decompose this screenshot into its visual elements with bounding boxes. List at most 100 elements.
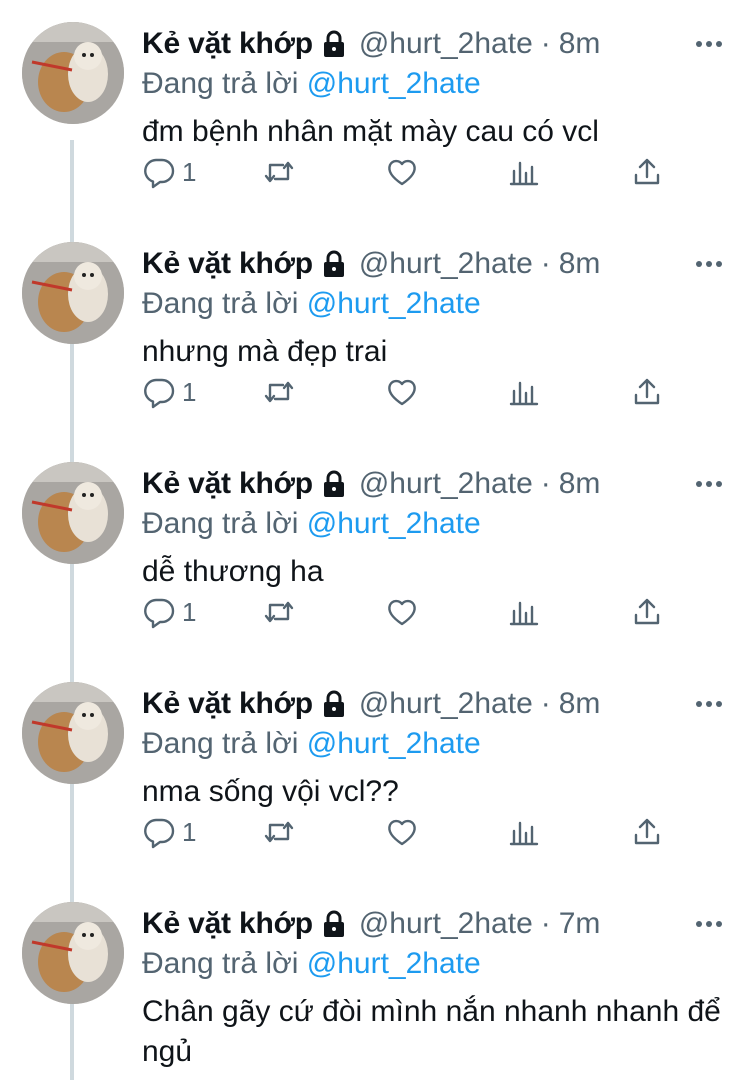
- reply-context: Đang trả lời @hurt_2hate: [142, 724, 727, 764]
- like-button[interactable]: [385, 372, 419, 412]
- display-name[interactable]: Kẻ vặt khớp: [142, 467, 313, 501]
- reply-button[interactable]: 1: [142, 152, 196, 192]
- retweet-button[interactable]: [262, 152, 296, 192]
- more-icon[interactable]: [691, 466, 727, 502]
- timestamp[interactable]: 8m: [559, 247, 601, 281]
- reply-count: 1: [182, 816, 197, 847]
- more-icon[interactable]: [691, 906, 727, 942]
- analytics-icon: [509, 381, 539, 406]
- display-name[interactable]: Kẻ vặt khớp: [142, 247, 313, 281]
- analytics-icon: [509, 601, 539, 626]
- tweet-actions: 1: [142, 372, 672, 412]
- reply-icon: [144, 158, 175, 189]
- share-button[interactable]: [630, 372, 664, 412]
- tweet-text: đm bệnh nhân mặt mày cau có vcl: [142, 115, 599, 148]
- more-icon[interactable]: [691, 686, 727, 722]
- reply-icon: [144, 378, 175, 409]
- timestamp[interactable]: 8m: [559, 27, 601, 61]
- lock-icon: [319, 29, 349, 59]
- reply-mention-link[interactable]: @hurt_2hate: [307, 947, 481, 980]
- reply-context: Đang trả lời @hurt_2hate: [142, 504, 727, 544]
- user-handle[interactable]: @hurt_2hate: [359, 907, 533, 941]
- share-icon: [634, 818, 660, 845]
- lock-icon: [319, 689, 349, 719]
- like-button[interactable]: [385, 812, 419, 852]
- display-name[interactable]: Kẻ vặt khớp: [142, 687, 313, 721]
- heart-icon: [388, 819, 416, 846]
- user-handle[interactable]: @hurt_2hate: [359, 27, 533, 61]
- share-icon: [634, 158, 660, 185]
- tweet-actions: 1: [142, 592, 672, 632]
- timestamp[interactable]: 8m: [559, 687, 601, 721]
- views-button[interactable]: [507, 812, 541, 852]
- share-button[interactable]: [630, 812, 664, 852]
- tweet-text: nma sống vội vcl??: [142, 775, 399, 808]
- reply-count: 1: [182, 596, 197, 627]
- views-button[interactable]: [507, 152, 541, 192]
- lock-icon: [319, 249, 349, 279]
- more-icon[interactable]: [691, 26, 727, 62]
- views-button[interactable]: [507, 372, 541, 412]
- avatar[interactable]: [22, 462, 124, 564]
- tweet[interactable]: Kẻ vặt khớp @hurt_2hate · 8m Đang trả lờ…: [0, 220, 750, 440]
- timestamp[interactable]: 8m: [559, 467, 601, 501]
- share-button[interactable]: [630, 592, 664, 632]
- separator: ·: [540, 247, 551, 280]
- reply-count: 1: [182, 156, 197, 187]
- avatar[interactable]: [22, 902, 124, 1004]
- more-icon[interactable]: [691, 246, 727, 282]
- retweet-icon: [264, 821, 294, 843]
- reply-prefix: Đang trả lời: [142, 727, 299, 760]
- reply-button[interactable]: 1: [142, 812, 196, 852]
- separator: ·: [540, 907, 551, 940]
- avatar[interactable]: [22, 242, 124, 344]
- avatar[interactable]: [22, 682, 124, 784]
- heart-icon: [388, 599, 416, 626]
- avatar[interactable]: [22, 22, 124, 124]
- user-handle[interactable]: @hurt_2hate: [359, 247, 533, 281]
- user-handle[interactable]: @hurt_2hate: [359, 467, 533, 501]
- like-button[interactable]: [385, 152, 419, 192]
- separator: ·: [540, 27, 551, 60]
- tweet-text: dễ thương ha: [142, 555, 324, 588]
- tweet-actions: 1: [142, 152, 672, 192]
- reply-mention-link[interactable]: @hurt_2hate: [307, 507, 481, 540]
- reply-prefix: Đang trả lời: [142, 947, 299, 980]
- tweet[interactable]: Kẻ vặt khớp @hurt_2hate · 8m Đang trả lờ…: [0, 440, 750, 660]
- retweet-button[interactable]: [262, 812, 296, 852]
- lock-icon: [319, 909, 349, 939]
- tweet[interactable]: Kẻ vặt khớp @hurt_2hate · 7m Đang trả lờ…: [0, 880, 750, 1068]
- tweet[interactable]: Kẻ vặt khớp @hurt_2hate · 8m Đang trả lờ…: [0, 660, 750, 880]
- reply-icon: [144, 598, 175, 629]
- tweet-actions: 1: [142, 812, 672, 852]
- reply-prefix: Đang trả lời: [142, 287, 299, 320]
- separator: ·: [540, 687, 551, 720]
- reply-button[interactable]: 1: [142, 592, 196, 632]
- display-name[interactable]: Kẻ vặt khớp: [142, 27, 313, 61]
- views-button[interactable]: [507, 592, 541, 632]
- like-button[interactable]: [385, 592, 419, 632]
- retweet-icon: [264, 601, 294, 623]
- reply-mention-link[interactable]: @hurt_2hate: [307, 67, 481, 100]
- reply-prefix: Đang trả lời: [142, 507, 299, 540]
- retweet-icon: [264, 381, 294, 403]
- lock-icon: [319, 469, 349, 499]
- retweet-button[interactable]: [262, 372, 296, 412]
- timestamp[interactable]: 7m: [559, 907, 601, 941]
- separator: ·: [540, 467, 551, 500]
- retweet-icon: [264, 161, 294, 183]
- analytics-icon: [509, 161, 539, 186]
- reply-button[interactable]: 1: [142, 372, 196, 412]
- reply-context: Đang trả lời @hurt_2hate: [142, 944, 727, 984]
- tweet-text: Chân gãy cứ đòi mình nắn nhanh nhanh để …: [142, 995, 721, 1068]
- tweet[interactable]: Kẻ vặt khớp @hurt_2hate · 8m Đang trả lờ…: [0, 0, 750, 220]
- reply-mention-link[interactable]: @hurt_2hate: [307, 727, 481, 760]
- reply-icon: [144, 818, 175, 849]
- user-handle[interactable]: @hurt_2hate: [359, 687, 533, 721]
- heart-icon: [388, 379, 416, 406]
- retweet-button[interactable]: [262, 592, 296, 632]
- share-button[interactable]: [630, 152, 664, 192]
- reply-context: Đang trả lời @hurt_2hate: [142, 284, 727, 324]
- display-name[interactable]: Kẻ vặt khớp: [142, 907, 313, 941]
- reply-mention-link[interactable]: @hurt_2hate: [307, 287, 481, 320]
